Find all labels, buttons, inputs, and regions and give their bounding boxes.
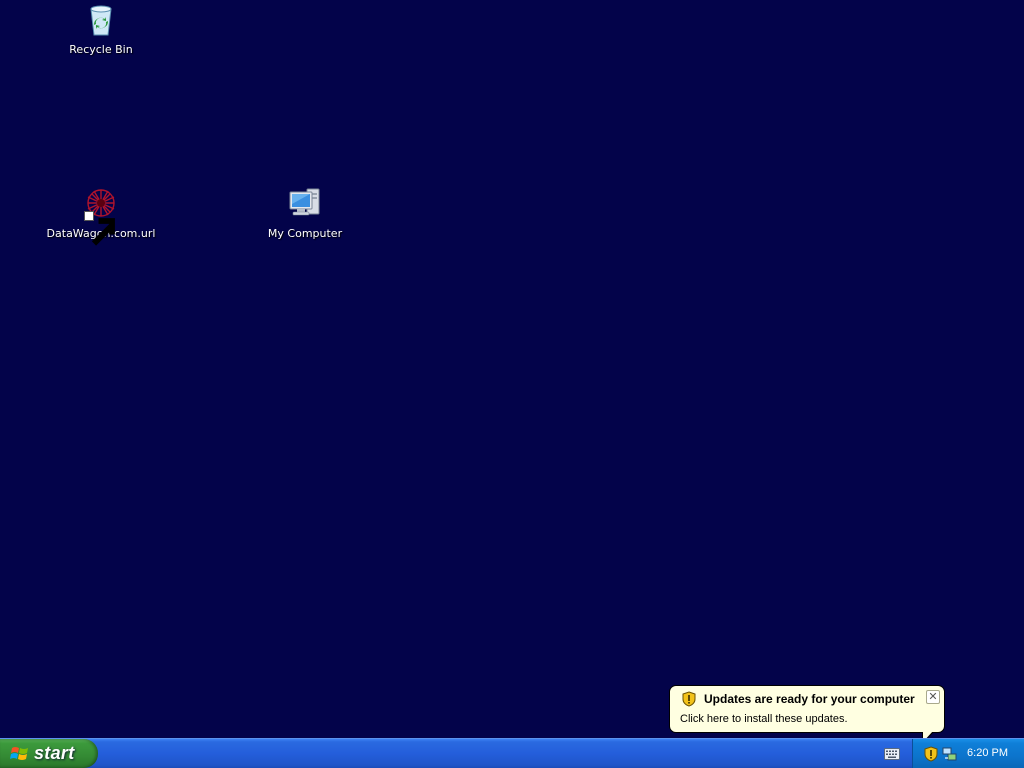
taskbar[interactable]: start 6:20 PM [0, 738, 1024, 768]
start-label: start [34, 743, 75, 763]
security-shield-icon [681, 691, 697, 707]
shortcut-arrow-icon [84, 211, 115, 246]
desktop-icon-label: My Computer [267, 227, 343, 240]
desktop-icon-datawagon[interactable]: DataWagon.com.url [46, 186, 156, 246]
recycle-bin-icon [83, 2, 119, 38]
desktop[interactable]: Recycle Bin DataWagon.com.url My Compute… [0, 0, 1024, 738]
desktop-icon-my-computer[interactable]: My Computer [250, 186, 360, 241]
balloon-body[interactable]: Click here to install these updates. [680, 713, 848, 725]
network-icon[interactable] [942, 746, 958, 762]
balloon-close-button[interactable]: ✕ [926, 690, 940, 704]
notification-balloon[interactable]: Updates are ready for your computer Clic… [669, 685, 945, 744]
clock[interactable]: 6:20 PM [967, 747, 1008, 759]
my-computer-icon [287, 186, 323, 222]
system-tray: 6:20 PM [912, 739, 1024, 768]
windows-logo-icon [10, 746, 28, 760]
desktop-icon-label: Recycle Bin [69, 43, 133, 56]
security-shield-icon[interactable] [923, 746, 939, 762]
keyboard-icon[interactable] [884, 748, 900, 760]
start-button[interactable]: start [0, 739, 98, 768]
internet-shortcut-icon [83, 186, 119, 246]
balloon-title: Updates are ready for your computer [704, 692, 915, 706]
desktop-icon-recycle-bin[interactable]: Recycle Bin [46, 2, 156, 57]
